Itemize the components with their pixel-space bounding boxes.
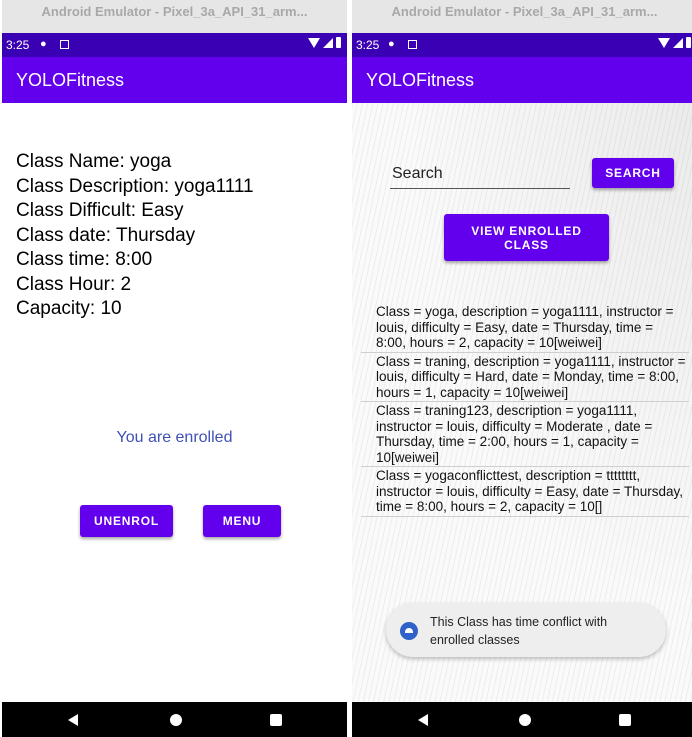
list-item[interactable]: Class = yogaconflicttest, description = … [361,467,689,517]
class-hour: Class Hour: 2 [16,273,132,295]
unenrol-button[interactable]: UNENROL [80,505,173,537]
list-item[interactable]: Class = traning, description = yoga1111,… [361,353,689,402]
class-difficulty: Class Difficult: Easy [16,200,184,221]
signal-icon [323,37,333,48]
battery-icon [336,37,341,48]
list-item[interactable]: Class = yoga, description = yoga1111, in… [361,303,689,353]
toast: This Class has time conflict with enroll… [386,603,666,657]
class-list: Class = yoga, description = yoga1111, in… [361,303,689,517]
search-input-value: Search [392,165,443,182]
android-icon [400,622,418,640]
navigation-bar [352,702,692,737]
wifi-icon [658,37,670,48]
back-icon[interactable] [418,714,428,726]
emulator-window-right: Android Emulator - Pixel_3a_API_31_arm..… [352,0,692,737]
app-bar: YOLOFitness [352,57,692,103]
status-bar: 3:25 ● [2,33,347,57]
status-time: 3:25 [356,38,380,52]
back-icon[interactable] [68,714,78,726]
view-enrolled-class-button[interactable]: VIEW ENROLLED CLASS [444,214,609,261]
battery-icon [686,37,691,48]
system-icons [308,37,341,48]
recents-icon[interactable] [619,714,631,726]
search-input[interactable]: Search [390,160,570,189]
class-date: Class date: Thursday [16,224,196,246]
notification-icon [60,40,69,49]
recents-icon[interactable] [270,714,282,726]
app-title: YOLOFitness [16,70,125,90]
message-icon: ● [40,38,47,50]
home-icon[interactable] [170,714,182,726]
class-name: Class Name: yoga [16,151,172,172]
notification-icon [408,40,417,49]
status-bar: 3:25 ● [352,33,692,57]
class-capacity: Capacity: 10 [16,298,122,319]
app-title: YOLOFitness [366,70,475,90]
list-item[interactable]: Class = traning123, description = yoga11… [361,402,689,467]
enrolled-message: You are enrolled [116,429,233,446]
message-icon: ● [388,38,395,50]
navigation-bar [2,702,347,737]
app-bar: YOLOFitness [2,57,347,103]
class-time: Class time: 8:00 [16,249,153,270]
wifi-icon [308,37,320,48]
emulator-window-left: Android Emulator - Pixel_3a_API_31_arm..… [2,0,347,737]
toast-message: This Class has time conflict with enroll… [430,615,608,647]
class-details: Class Name: yoga Class Description: yoga… [16,150,254,322]
home-icon[interactable] [519,714,531,726]
menu-button[interactable]: MENU [203,505,281,537]
class-description: Class Description: yoga1111 [16,175,254,197]
system-icons [658,37,691,48]
search-button[interactable]: SEARCH [592,158,674,188]
window-title: Android Emulator - Pixel_3a_API_31_arm..… [352,0,692,33]
window-title: Android Emulator - Pixel_3a_API_31_arm..… [2,0,347,33]
status-time: 3:25 [6,38,30,52]
signal-icon [673,37,683,48]
